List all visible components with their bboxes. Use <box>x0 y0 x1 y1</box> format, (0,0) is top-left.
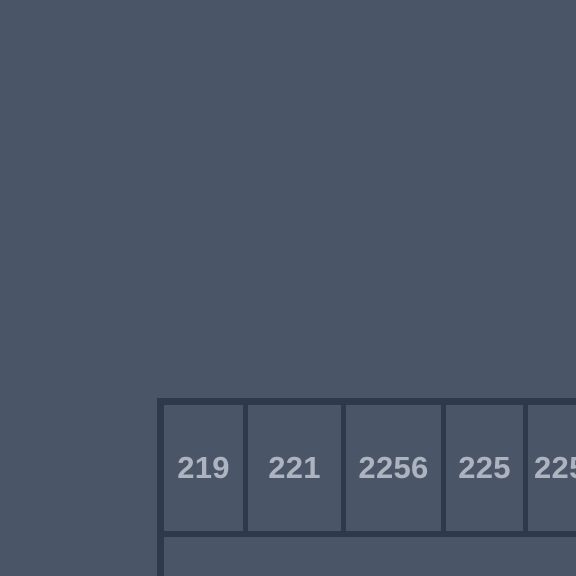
unit-2256[interactable]: 2256 <box>346 405 441 531</box>
unit-225-partial[interactable]: 225 <box>528 405 576 531</box>
unit-label: 221 <box>268 450 321 485</box>
unit-label: 219 <box>177 450 230 485</box>
unit-label: 225 <box>534 450 576 485</box>
unit-label: 2256 <box>358 450 429 485</box>
unit-225[interactable]: 225 <box>446 405 523 531</box>
lower-area <box>164 537 576 576</box>
floor-plan-map[interactable]: 219 221 2256 225 225 <box>0 0 576 576</box>
unit-219[interactable]: 219 <box>164 405 243 531</box>
unit-221[interactable]: 221 <box>248 405 341 531</box>
row-divider <box>157 531 576 537</box>
unit-label: 225 <box>458 450 511 485</box>
